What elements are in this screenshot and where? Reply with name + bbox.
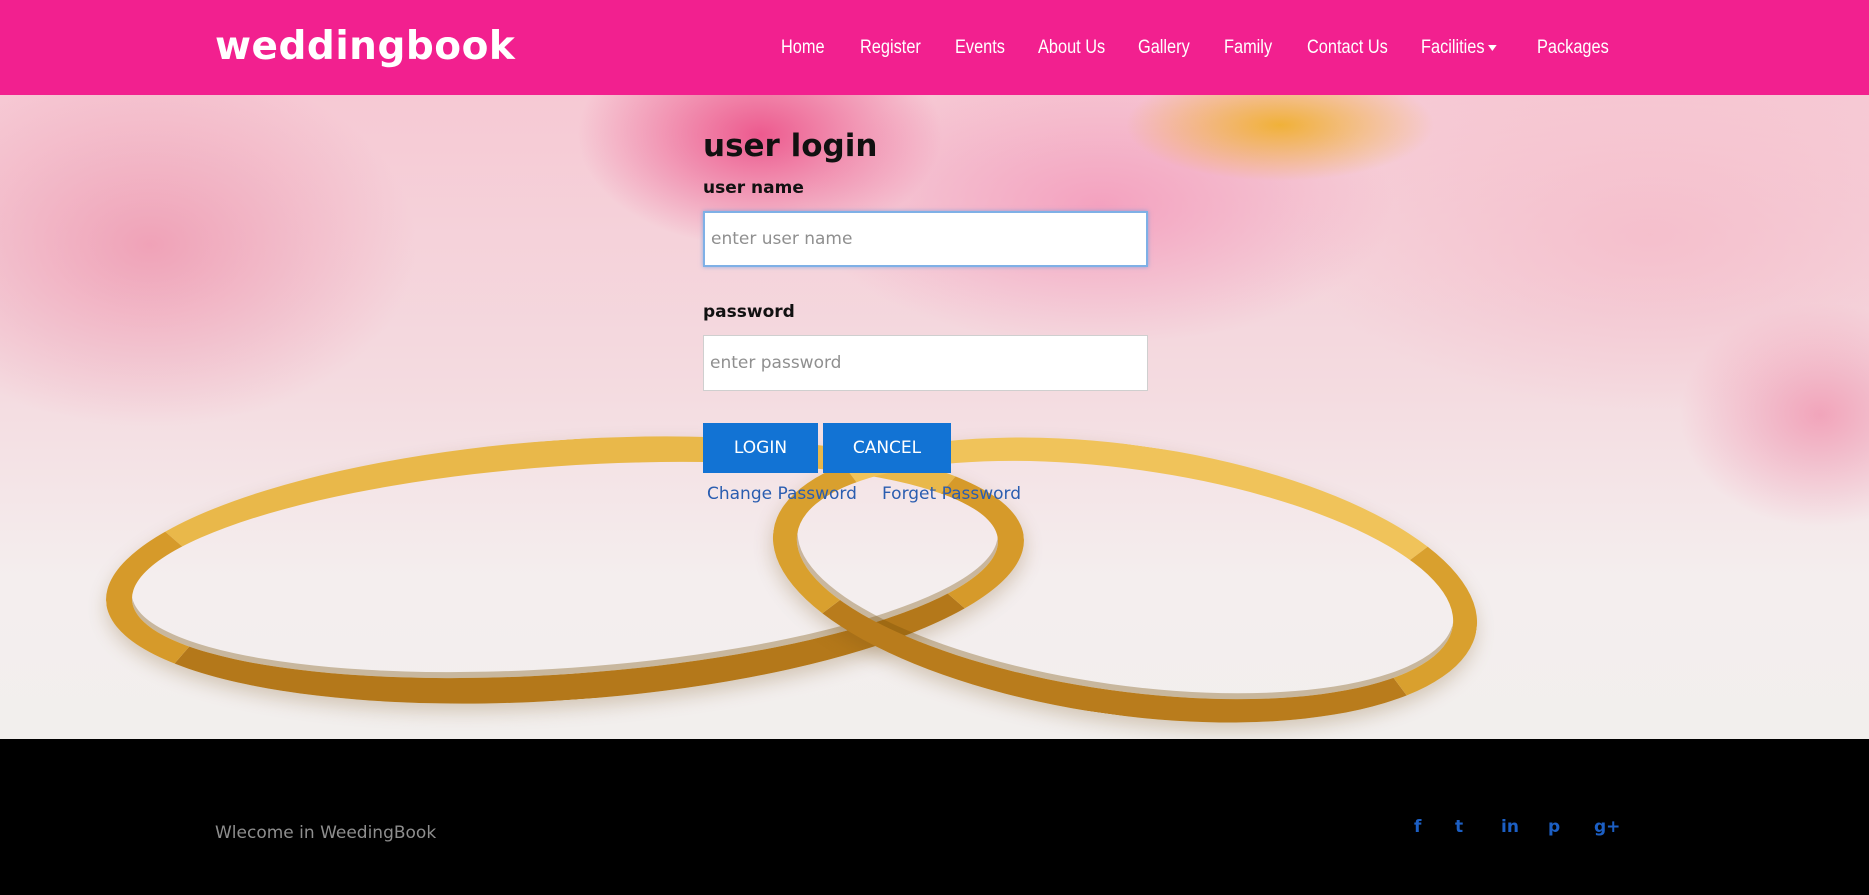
facebook-icon[interactable]: f	[1414, 817, 1421, 837]
nav-home[interactable]: Home	[781, 37, 825, 59]
nav-packages[interactable]: Packages	[1537, 37, 1609, 59]
footer-welcome-text: Wlecome in WeedingBook	[215, 823, 437, 843]
login-button[interactable]: LOGIN	[703, 423, 818, 473]
nav-register[interactable]: Register	[860, 37, 921, 59]
nav-contact-us[interactable]: Contact Us	[1307, 37, 1388, 59]
chevron-down-icon	[1487, 44, 1497, 51]
navbar: weddingbook Home Register Events About U…	[0, 0, 1869, 95]
footer: Wlecome in WeedingBook f t in p g+	[0, 739, 1869, 895]
hero-background	[0, 95, 1869, 739]
nav-facilities[interactable]: Facilities	[1421, 37, 1497, 59]
forget-password-link[interactable]: Forget Password	[882, 484, 1021, 504]
twitter-icon[interactable]: t	[1455, 817, 1463, 837]
pinterest-icon[interactable]: p	[1548, 817, 1560, 837]
googleplus-icon[interactable]: g+	[1594, 817, 1620, 837]
nav-family[interactable]: Family	[1224, 37, 1272, 59]
change-password-link[interactable]: Change Password	[707, 484, 857, 504]
username-input[interactable]	[703, 211, 1148, 267]
page-title: user login	[703, 128, 878, 164]
linkedin-icon[interactable]: in	[1501, 817, 1519, 837]
password-label: password	[703, 302, 795, 322]
nav-events[interactable]: Events	[955, 37, 1005, 59]
brand-logo[interactable]: weddingbook	[215, 24, 515, 69]
cancel-button[interactable]: CANCEL	[823, 423, 951, 473]
nav-about-us[interactable]: About Us	[1038, 37, 1105, 59]
nav-facilities-label: Facilities	[1421, 37, 1485, 58]
password-input[interactable]	[703, 335, 1148, 391]
nav-gallery[interactable]: Gallery	[1138, 37, 1190, 59]
username-label: user name	[703, 178, 804, 198]
